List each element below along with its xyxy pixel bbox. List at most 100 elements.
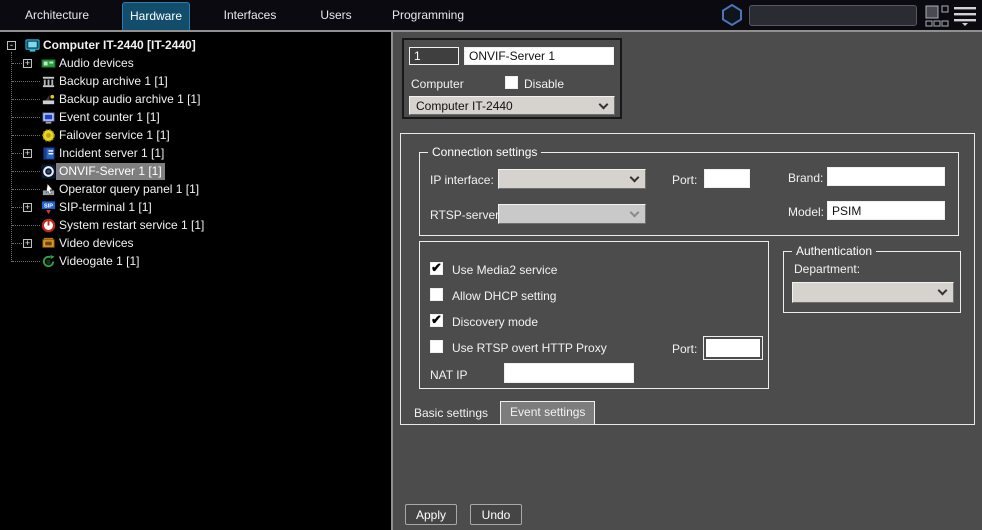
brand-field[interactable]	[827, 167, 945, 186]
tree-connector	[12, 63, 22, 64]
tree-item-onvif-server[interactable]: ONVIF-Server 1 [1]	[0, 163, 391, 180]
nav-tab-architecture[interactable]: Architecture	[8, 0, 106, 30]
ip-interface-label: IP interface:	[430, 173, 494, 187]
tree-item-computer[interactable]: - Computer IT-2440 [IT-2440]	[0, 37, 391, 54]
connection-settings-group: Connection settings IP interface: Port: …	[419, 152, 959, 236]
sip-terminal-icon: SIP	[41, 200, 56, 215]
expand-expander[interactable]: +	[23, 239, 32, 248]
chevron-down-icon	[630, 208, 640, 218]
allow-dhcp-checkbox[interactable]	[430, 288, 443, 301]
settings-panel: Computer Disable Computer IT-2440 Connec…	[393, 32, 982, 530]
authentication-group: Authentication Department:	[783, 251, 961, 313]
hexagon-logo-icon	[720, 3, 744, 32]
chevron-down-icon	[938, 286, 948, 296]
top-nav-bar: Architecture Hardware Interfaces Users P…	[0, 0, 982, 30]
tab-basic-settings[interactable]: Basic settings	[407, 403, 495, 424]
rtsp-proxy-checkbox[interactable]	[430, 340, 443, 353]
disable-label: Disable	[524, 77, 564, 91]
incident-server-icon	[41, 146, 56, 161]
expand-expander[interactable]: +	[23, 149, 32, 158]
tree-connector	[12, 261, 40, 262]
operator-query-panel-icon	[41, 182, 56, 197]
onvif-server-icon	[41, 164, 56, 179]
tree-item-backup-archive[interactable]: Backup archive 1 [1]	[0, 73, 391, 90]
tree-item-video-devices[interactable]: + Video devices	[0, 235, 391, 252]
chevron-down-icon	[599, 100, 609, 110]
tab-event-settings[interactable]: Event settings	[500, 401, 595, 424]
rtsp-proxy-label: Use RTSP overt HTTP Proxy	[452, 341, 607, 355]
tree-item-sip-terminal[interactable]: + SIP SIP-terminal 1 [1]	[0, 199, 391, 216]
expand-expander[interactable]: +	[23, 203, 32, 212]
authentication-legend: Authentication	[792, 244, 876, 258]
videogate-icon	[41, 254, 56, 269]
disable-checkbox[interactable]	[505, 76, 518, 89]
tree-item-event-counter[interactable]: Event counter 1 [1]	[0, 109, 391, 126]
nav-tab-programming[interactable]: Programming	[386, 0, 470, 30]
use-media2-label: Use Media2 service	[452, 263, 557, 277]
apply-button[interactable]: Apply	[405, 504, 457, 525]
proxy-port-label: Port:	[672, 342, 697, 356]
department-select[interactable]	[792, 282, 954, 303]
allow-dhcp-label: Allow DHCP setting	[452, 289, 556, 303]
computer-select[interactable]: Computer IT-2440	[409, 96, 615, 115]
system-restart-icon	[41, 218, 56, 233]
discovery-mode-label: Discovery mode	[452, 315, 538, 329]
model-label: Model:	[788, 205, 824, 219]
tree-connector	[12, 81, 40, 82]
model-field[interactable]	[827, 201, 945, 220]
expand-expander[interactable]: +	[23, 59, 32, 68]
nav-tab-interfaces[interactable]: Interfaces	[212, 0, 288, 30]
tree-connector	[12, 225, 40, 226]
search-input[interactable]	[749, 5, 917, 26]
device-name-field[interactable]	[464, 47, 614, 65]
computer-label: Computer	[411, 77, 464, 91]
tree-item-backup-audio-archive[interactable]: Backup audio archive 1 [1]	[0, 91, 391, 108]
undo-button[interactable]: Undo	[470, 504, 522, 525]
tree-item-incident-server[interactable]: + Incident server 1 [1]	[0, 145, 391, 162]
tree-connector	[12, 153, 22, 154]
layout-grid-icon[interactable]	[925, 5, 949, 32]
tree-connector	[12, 135, 40, 136]
rtsp-server-select[interactable]	[498, 204, 646, 224]
backup-archive-icon	[41, 74, 56, 89]
tree-connector	[12, 99, 40, 100]
tree-item-system-restart-service[interactable]: System restart service 1 [1]	[0, 217, 391, 234]
backup-audio-archive-icon	[41, 92, 56, 107]
computer-icon	[25, 38, 40, 53]
chevron-down-icon	[630, 173, 640, 183]
rtsp-server-label: RTSP-server:	[430, 208, 502, 222]
proxy-port-field-frame	[703, 336, 763, 360]
brand-label: Brand:	[788, 171, 823, 185]
basic-settings-tab-panel: Connection settings IP interface: Port: …	[400, 133, 975, 425]
settings-tab-bar: Basic settings Event settings	[407, 401, 595, 424]
collapse-expander[interactable]: -	[7, 41, 16, 50]
device-identity-box: Computer Disable Computer IT-2440	[402, 38, 622, 119]
audio-devices-icon	[41, 56, 56, 71]
department-label: Department:	[794, 262, 860, 276]
svg-text:SIP: SIP	[44, 204, 53, 210]
use-media2-checkbox[interactable]	[430, 262, 443, 275]
proxy-port-field[interactable]	[706, 339, 760, 357]
port-field[interactable]	[704, 169, 750, 188]
tree-connector	[12, 171, 40, 172]
device-id-field[interactable]	[409, 47, 459, 65]
tree-connector	[12, 207, 22, 208]
nav-tab-hardware[interactable]: Hardware	[122, 2, 190, 30]
tree-connector	[12, 189, 40, 190]
menu-icon[interactable]	[953, 6, 977, 31]
options-group: Use Media2 service Allow DHCP setting Di…	[419, 241, 769, 389]
failover-service-icon	[41, 128, 56, 143]
tree-item-failover-service[interactable]: Failover service 1 [1]	[0, 127, 391, 144]
nat-ip-field[interactable]	[504, 363, 634, 383]
tree-item-audio-devices[interactable]: + Audio devices	[0, 55, 391, 72]
ip-interface-select[interactable]	[498, 169, 646, 189]
nat-ip-label: NAT IP	[430, 368, 468, 382]
hardware-tree: - Computer IT-2440 [IT-2440] + Audio dev…	[0, 32, 391, 530]
tree-item-operator-query-panel[interactable]: Operator query panel 1 [1]	[0, 181, 391, 198]
port-label: Port:	[672, 173, 697, 187]
video-devices-icon	[41, 236, 56, 251]
connection-settings-legend: Connection settings	[428, 145, 541, 159]
nav-tab-users[interactable]: Users	[310, 0, 362, 30]
tree-item-videogate[interactable]: Videogate 1 [1]	[0, 253, 391, 270]
discovery-mode-checkbox[interactable]	[430, 314, 443, 327]
